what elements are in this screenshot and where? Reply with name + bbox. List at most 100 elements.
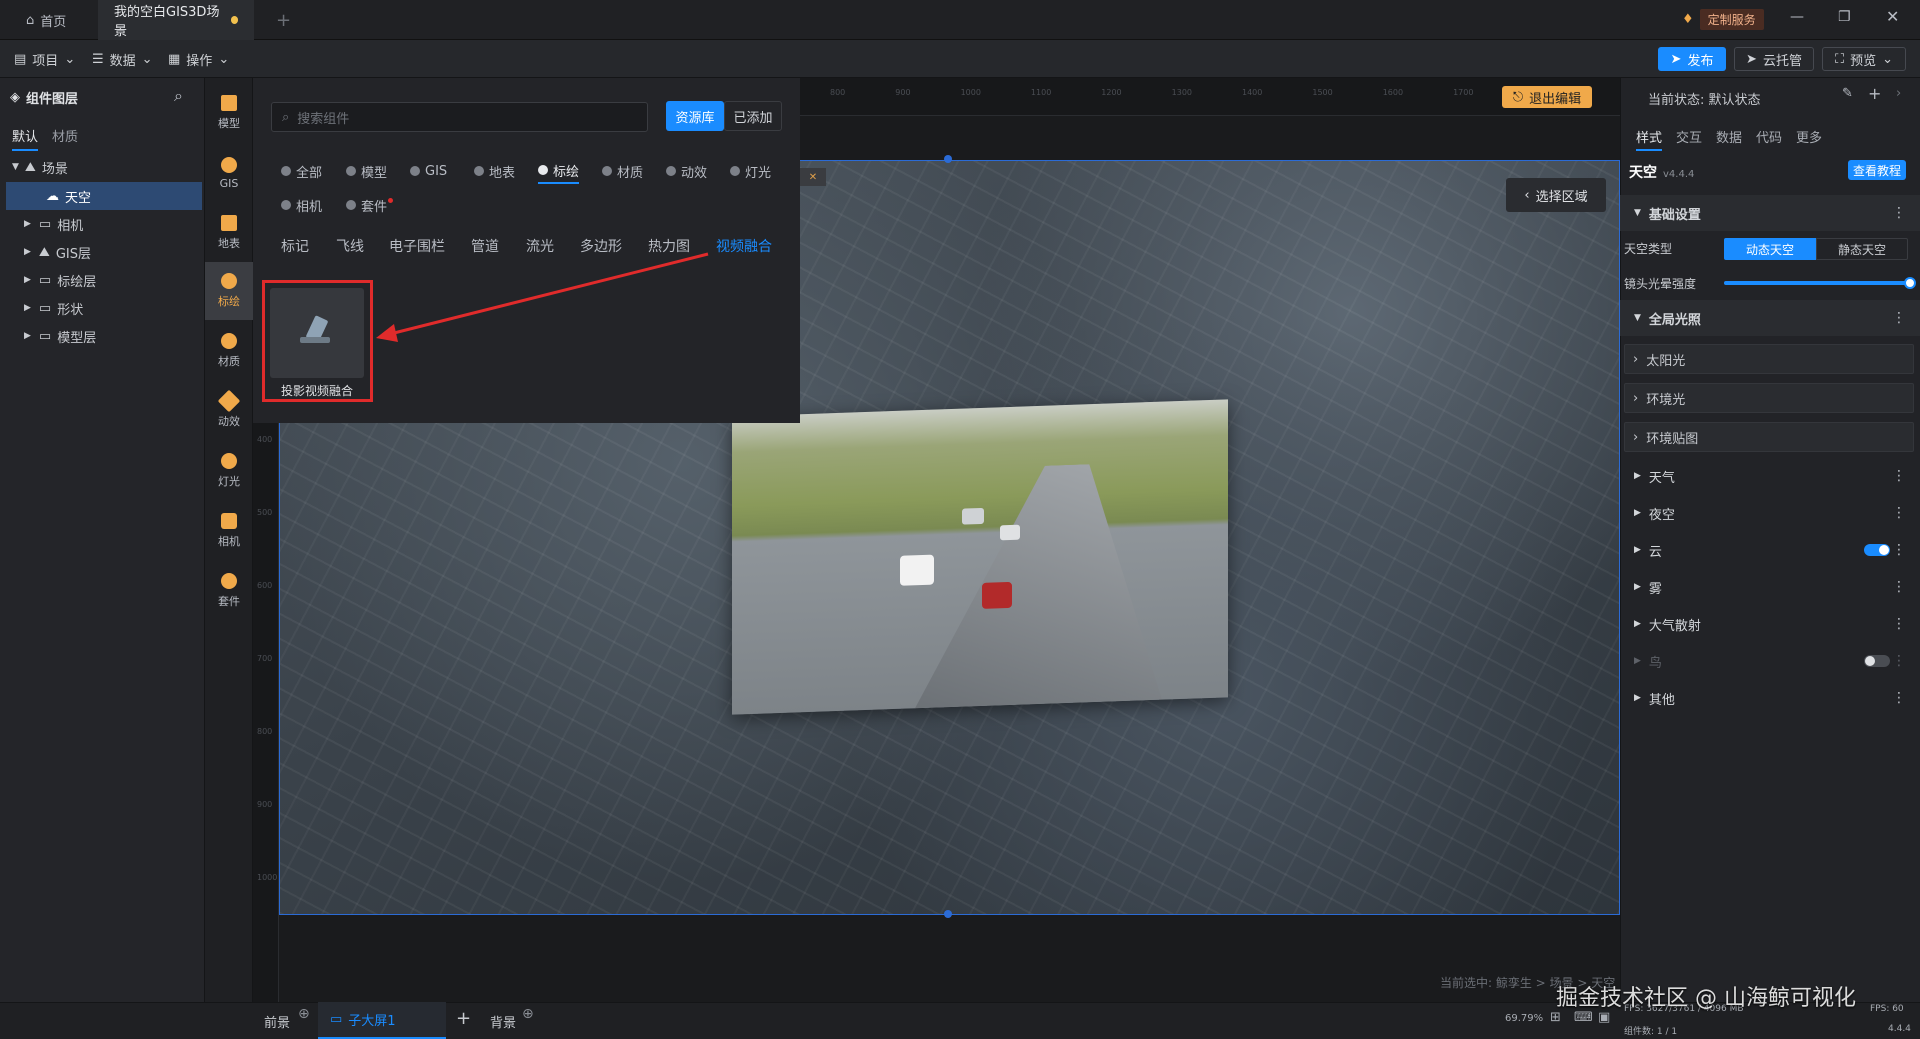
close-button[interactable]: ✕ — [1886, 7, 1899, 26]
strip-kit[interactable]: 套件 — [205, 562, 253, 620]
static-sky-option[interactable]: 静态天空 — [1816, 238, 1908, 260]
zoom-level[interactable]: 69.79% — [1505, 1013, 1543, 1024]
more-icon[interactable]: ⋮ — [1892, 579, 1906, 595]
more-icon[interactable]: ⋮ — [1892, 690, 1906, 706]
more-icon[interactable]: ⋮ — [1892, 505, 1906, 521]
projected-video[interactable] — [732, 399, 1228, 715]
tab-home[interactable]: ⌂ 首页 — [10, 0, 82, 40]
flare-slider-handle[interactable] — [1904, 277, 1916, 289]
section-night-sky[interactable]: ▶ 夜空 ⋮ — [1620, 495, 1920, 531]
search-icon[interactable]: ⌕ — [174, 86, 183, 106]
strip-camera[interactable]: 相机 — [205, 502, 253, 560]
video-fusion-card[interactable] — [270, 288, 364, 378]
category-material[interactable]: 材质 — [602, 158, 643, 184]
resource-library-button[interactable]: 资源库 — [666, 101, 724, 131]
bird-toggle[interactable] — [1864, 655, 1890, 667]
section-basic[interactable]: ▼ 基础设置 ⋮ — [1620, 195, 1920, 231]
fit-icon[interactable]: ⊞ — [1550, 1010, 1561, 1025]
search-field[interactable]: ⌕ 搜索组件 — [271, 102, 648, 132]
tab-style[interactable]: 样式 — [1636, 127, 1663, 151]
tree-item-shape[interactable]: ▶ ▭ 形状 — [0, 294, 205, 322]
minimize-button[interactable]: — — [1790, 9, 1804, 25]
category-model[interactable]: 模型 — [346, 158, 387, 184]
category-light[interactable]: 灯光 — [730, 158, 771, 184]
more-icon[interactable]: ⋮ — [1892, 468, 1906, 484]
close-popup-icon[interactable]: ✕ — [800, 168, 826, 186]
resize-handle-bottom[interactable] — [944, 910, 952, 918]
category-kit[interactable]: 套件 — [346, 192, 394, 218]
chevron-right-icon[interactable]: › — [1896, 86, 1901, 101]
tree-item-model-layer[interactable]: ▶ ▭ 模型层 — [0, 322, 205, 350]
tab-more[interactable]: 更多 — [1796, 127, 1822, 146]
more-icon[interactable]: ⋮ — [1892, 653, 1906, 669]
more-icon[interactable]: ⋮ — [1892, 310, 1906, 326]
add-background-icon[interactable]: ⊕ — [522, 1006, 534, 1022]
more-icon[interactable]: ⋮ — [1892, 542, 1906, 558]
category-surface[interactable]: 地表 — [474, 158, 515, 184]
dynamic-sky-option[interactable]: 动态天空 — [1724, 238, 1816, 260]
strip-surface[interactable]: 地表 — [205, 204, 253, 262]
publish-button[interactable]: ➤ 发布 — [1658, 47, 1726, 71]
more-icon[interactable]: ⋮ — [1892, 616, 1906, 632]
tree-root-scene[interactable]: ▼ ⛰ 场景 — [0, 153, 205, 181]
strip-effect[interactable]: 动效 — [205, 382, 253, 440]
section-cloud[interactable]: ▶ 云 ⋮ — [1620, 532, 1920, 568]
strip-light[interactable]: 灯光 — [205, 442, 253, 500]
item-ambient[interactable]: › 环境光 — [1624, 383, 1914, 413]
add-state-icon[interactable]: + — [1868, 84, 1881, 103]
sub-screen-tab[interactable]: ▭ 子大屏1 — [318, 1002, 446, 1039]
select-region-button[interactable]: ‹ 选择区域 — [1506, 178, 1606, 212]
add-tab-button[interactable]: + — [276, 10, 291, 31]
add-screen-button[interactable]: + — [456, 1008, 471, 1029]
tree-item-gis[interactable]: ▶ ⛰ GIS层 — [0, 238, 205, 266]
tutorial-button[interactable]: 查看教程 — [1848, 160, 1906, 180]
menu-operate[interactable]: ▦ 操作 ⌄ — [168, 40, 229, 78]
tab-material[interactable]: 材质 — [52, 126, 78, 145]
category-gis[interactable]: GIS — [410, 158, 447, 184]
sub-flyline[interactable]: 飞线 — [336, 236, 364, 260]
foreground-tab[interactable]: 前景 — [264, 1012, 290, 1031]
tree-item-plot-layer[interactable]: ▶ ▭ 标绘层 — [0, 266, 205, 294]
category-plot[interactable]: 标绘 — [538, 158, 580, 184]
tree-item-camera[interactable]: ▶ ▭ 相机 — [0, 210, 205, 238]
tab-document[interactable]: 我的空白GIS3D场景 — [98, 0, 254, 40]
menu-project[interactable]: ▤ 项目 ⌄ — [14, 40, 75, 78]
tree-item-sky[interactable]: ☁ 天空 — [6, 182, 202, 210]
restore-button[interactable]: ❐ — [1838, 9, 1851, 25]
tab-interaction[interactable]: 交互 — [1676, 127, 1702, 146]
strip-model[interactable]: 模型 — [205, 84, 253, 142]
section-other[interactable]: ▶ 其他 ⋮ — [1620, 680, 1920, 716]
sub-marker[interactable]: 标记 — [281, 236, 309, 260]
item-envmap[interactable]: › 环境贴图 — [1624, 422, 1914, 452]
tab-data[interactable]: 数据 — [1716, 127, 1742, 146]
background-tab[interactable]: 背景 — [490, 1012, 516, 1031]
sub-video-fusion[interactable]: 视频融合 — [716, 236, 772, 260]
cloud-toggle[interactable] — [1864, 544, 1890, 556]
menu-data[interactable]: ☰ 数据 ⌄ — [92, 40, 153, 78]
add-foreground-icon[interactable]: ⊕ — [298, 1006, 310, 1022]
strip-gis[interactable]: GIS — [205, 144, 253, 202]
section-weather[interactable]: ▶ 天气 ⋮ — [1620, 458, 1920, 494]
section-atmosphere[interactable]: ▶ 大气散射 ⋮ — [1620, 606, 1920, 642]
cloud-host-button[interactable]: ➤ 云托管 — [1734, 47, 1814, 71]
keyboard-icon[interactable]: ⌨ — [1574, 1010, 1593, 1025]
tab-code[interactable]: 代码 — [1756, 127, 1782, 146]
flare-slider-track[interactable] — [1724, 277, 1916, 289]
edit-icon[interactable]: ✎ — [1842, 86, 1853, 101]
added-button[interactable]: 已添加 — [724, 101, 782, 131]
item-sunlight[interactable]: › 太阳光 — [1624, 344, 1914, 374]
section-global-light[interactable]: ▼ 全局光照 ⋮ — [1620, 300, 1920, 336]
category-all[interactable]: 全部 — [281, 158, 322, 184]
more-icon[interactable]: ⋮ — [1892, 205, 1906, 221]
strip-material[interactable]: 材质 — [205, 322, 253, 380]
screen-toggle-icon[interactable]: ▣ — [1598, 1010, 1610, 1025]
preview-button[interactable]: ⛶ 预览 ⌄ — [1822, 47, 1906, 71]
resize-handle-top[interactable] — [944, 155, 952, 163]
section-bird[interactable]: ▶ 鸟 ⋮ — [1620, 643, 1920, 679]
exit-edit-button[interactable]: ⎋ 退出编辑 — [1502, 86, 1592, 108]
custom-service-button[interactable]: ♦ 定制服务 — [1682, 9, 1764, 30]
strip-plot[interactable]: 标绘 — [205, 262, 253, 320]
tab-default[interactable]: 默认 — [12, 126, 39, 151]
category-camera[interactable]: 相机 — [281, 192, 322, 218]
category-effect[interactable]: 动效 — [666, 158, 707, 184]
